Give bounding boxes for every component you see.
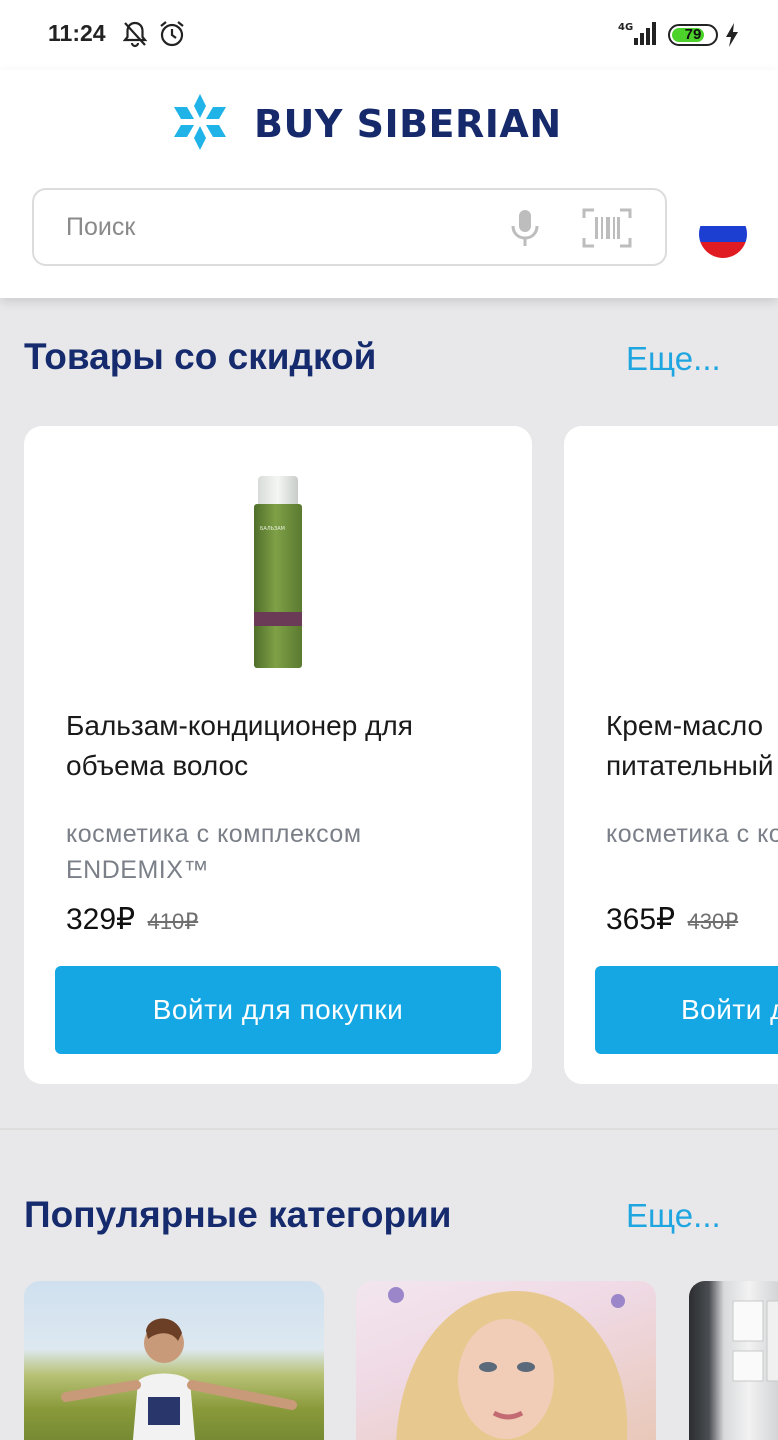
product-name[interactable]: Крем-масло питательный (606, 706, 778, 786)
product-card[interactable]: Крем-масло питательный косметика с компл… (564, 426, 778, 1084)
battery-level: 79 (684, 26, 702, 43)
battery-icon: 79 (668, 24, 718, 46)
barcode-scan-icon[interactable] (582, 208, 632, 248)
login-to-buy-button[interactable]: Войти для покупки (55, 966, 501, 1054)
logo-word-1: Buy (254, 102, 343, 146)
bottle-label: БАЛЬЗАМ (260, 526, 285, 532)
woman-field-image (61, 1318, 297, 1440)
category-card-wellness[interactable] (24, 1281, 324, 1440)
search-bar[interactable] (32, 188, 667, 266)
section-divider (0, 1128, 778, 1130)
woman-portrait-image (388, 1287, 628, 1440)
app-header: Buy Siberian (0, 70, 778, 298)
product-name-line-1: Крем-масло (606, 710, 764, 741)
kitchen-image (732, 1300, 778, 1382)
category-card-home[interactable] (689, 1281, 778, 1440)
product-subtitle: косметика с комплексом ENDEMIX™ (66, 820, 362, 884)
charging-icon (726, 23, 738, 47)
categories-section-title: Популярные категории (24, 1194, 452, 1235)
status-time: 11:24 (48, 20, 106, 46)
search-input[interactable] (66, 190, 486, 264)
product-name[interactable]: Бальзам-кондиционер для объема волос (66, 706, 506, 786)
discount-more-link[interactable]: Еще... (626, 340, 721, 378)
current-price: 365₽ (606, 903, 676, 936)
product-image: БАЛЬЗАМ (254, 476, 302, 668)
alarm-icon (160, 21, 184, 47)
product-name-line-2: питательный (606, 750, 774, 781)
old-price: 410₽ (147, 909, 199, 934)
logo-word-2: Siberian (356, 102, 562, 146)
brand-logo-text: Buy Siberian (254, 102, 562, 146)
current-price: 329₽ (66, 903, 136, 936)
discount-section-title: Товары со скидкой (24, 336, 377, 377)
snowflake-logo-icon (174, 94, 226, 150)
product-price: 329₽ 410₽ (66, 902, 198, 937)
network-type: 4G (618, 22, 633, 33)
bell-off-icon (122, 21, 148, 48)
product-subtitle: косметика с комплексом ENDEMIX™ (606, 820, 778, 848)
product-price: 365₽ 430₽ (606, 902, 738, 937)
status-bar: 11:24 4G 79 (0, 0, 778, 70)
category-card-beauty[interactable] (356, 1281, 656, 1440)
categories-more-link[interactable]: Еще... (626, 1197, 721, 1235)
product-card[interactable]: БАЛЬЗАМ Бальзам-кондиционер для объема в… (24, 426, 532, 1084)
mic-icon[interactable] (508, 208, 542, 248)
russia-flag-icon[interactable] (699, 210, 747, 258)
signal-icon: 4G (618, 22, 656, 45)
login-to-buy-button[interactable]: Войти для покупки (595, 966, 778, 1054)
old-price: 430₽ (687, 909, 739, 934)
